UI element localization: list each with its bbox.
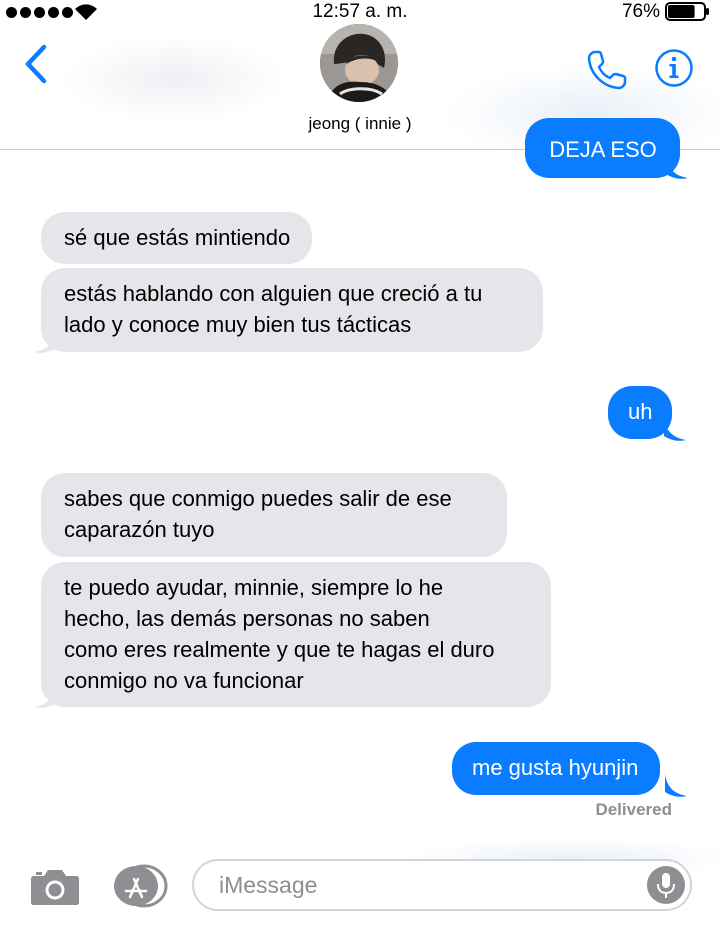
message-text-line: sabes que conmigo puedes salir de ese [64, 486, 452, 511]
avatar-photo [320, 24, 398, 102]
camera-icon[interactable] [30, 866, 80, 906]
message-text-line: caparazón tuyo [64, 517, 215, 542]
bubble-tail [34, 330, 56, 353]
bubble-tail [665, 774, 687, 797]
status-bar: 12:57 a. m. 76% [0, 0, 720, 24]
app-store-icon[interactable] [108, 864, 168, 908]
bubble-tail [666, 156, 688, 179]
message-text: DEJA ESO [549, 137, 657, 162]
info-icon[interactable] [654, 48, 694, 88]
message-text-line: lado y conoce muy bien tus tácticas [64, 312, 412, 337]
message-bubble-incoming[interactable]: sé que estás mintiendo [41, 212, 313, 264]
battery-percentage: 76% [621, 1, 660, 22]
microphone-icon[interactable] [646, 865, 686, 905]
status-time: 12:57 a. m. [312, 1, 408, 22]
message-input[interactable] [192, 859, 692, 911]
bubble-tail [664, 418, 686, 441]
message-text-line: estás hablando con alguien que creció a … [64, 281, 483, 306]
message-text: me gusta hyunjin [472, 755, 639, 780]
message-text-line: hecho, las demás personas no saben [64, 606, 430, 631]
back-chevron-icon[interactable] [20, 44, 54, 84]
message-text: sé que estás mintiendo [64, 225, 291, 250]
delivery-status: Delivered [595, 800, 672, 819]
phone-icon[interactable] [585, 48, 629, 92]
message-bubble-outgoing[interactable]: uh [608, 386, 673, 439]
contact-avatar[interactable] [320, 24, 398, 102]
message-bubble-incoming[interactable]: estás hablando con alguien que creció a … [41, 268, 543, 352]
message-composer [0, 838, 720, 929]
message-text-line: te puedo ayudar, minnie, siempre lo he [64, 575, 444, 600]
battery-icon [665, 2, 709, 21]
message-text-line: conmigo no va funcionar [64, 668, 304, 693]
message-text: uh [628, 399, 653, 424]
message-bubble-incoming[interactable]: sabes que conmigo puedes salir de ese ca… [41, 473, 507, 557]
message-bubble-incoming[interactable]: te puedo ayudar, minnie, siempre lo he h… [41, 562, 551, 707]
message-bubble-outgoing[interactable]: me gusta hyunjin [452, 742, 661, 795]
bubble-tail [34, 685, 56, 708]
message-text-line: como eres realmente y que te hagas el du… [64, 637, 495, 662]
message-bubble-outgoing[interactable]: DEJA ESO [525, 118, 680, 178]
